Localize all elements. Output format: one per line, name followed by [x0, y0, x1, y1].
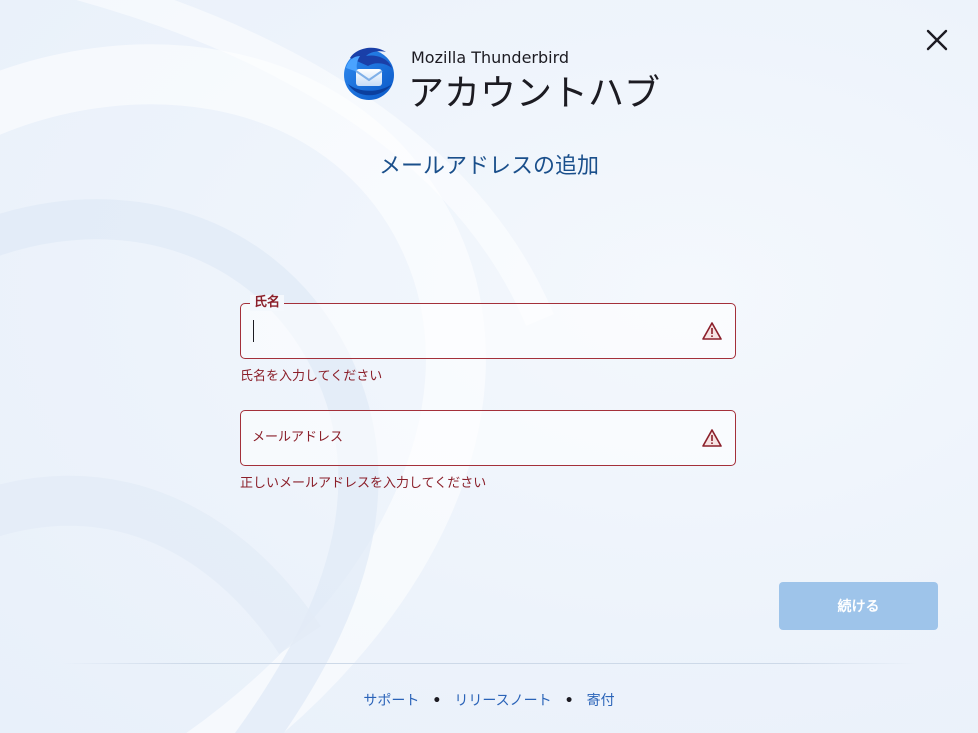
close-button[interactable]: [917, 22, 957, 58]
name-field-group: 氏名 氏名を入力してください: [240, 295, 736, 384]
release-notes-link[interactable]: リリースノート: [454, 693, 551, 709]
email-error-message: 正しいメールアドレスを入力してください: [240, 476, 487, 491]
text-cursor: [253, 320, 254, 342]
name-input[interactable]: [252, 304, 692, 357]
brand-header: Mozilla Thunderbird アカウントハブ: [340, 42, 660, 114]
donate-link[interactable]: 寄付: [587, 693, 615, 709]
email-input[interactable]: [252, 411, 692, 464]
warning-icon: [702, 322, 722, 340]
continue-button[interactable]: 続ける: [779, 582, 938, 630]
page-title: メールアドレスの追加: [378, 154, 599, 179]
email-field-box[interactable]: [240, 410, 736, 466]
thunderbird-logo: [344, 47, 394, 100]
footer-separator: •: [432, 693, 442, 709]
email-field-group: 正しいメールアドレスを入力してください: [240, 410, 736, 491]
hub-title: アカウントハブ: [408, 73, 661, 114]
name-field-box[interactable]: 氏名: [240, 295, 736, 359]
close-icon: [926, 29, 948, 51]
name-error-message: 氏名を入力してください: [240, 369, 383, 384]
support-link[interactable]: サポート: [363, 693, 419, 709]
footer-separator: •: [564, 693, 574, 709]
footer-links: サポート • リリースノート • 寄付: [0, 690, 978, 710]
warning-icon: [702, 429, 722, 447]
footer-divider: [62, 663, 916, 664]
